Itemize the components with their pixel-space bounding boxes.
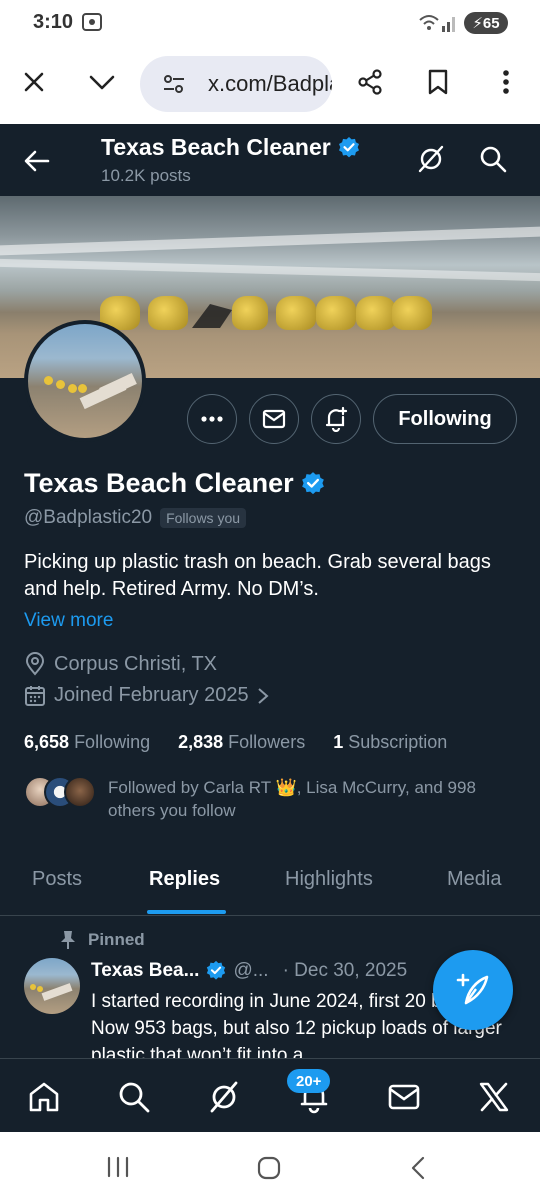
more-vert-icon[interactable]	[490, 66, 522, 98]
back-arrow-icon[interactable]	[22, 146, 52, 176]
followed-by-text[interactable]: Followed by Carla RT 👑, Lisa McCurry, an…	[108, 776, 518, 822]
envelope-icon	[262, 409, 286, 429]
feather-plus-icon	[456, 973, 489, 1005]
following-label: Following	[74, 732, 151, 752]
site-settings-icon[interactable]	[162, 74, 186, 94]
grok-icon	[210, 1081, 238, 1113]
compose-post-button[interactable]	[433, 950, 513, 1030]
following-stat[interactable]: 6,658 Following	[24, 732, 150, 753]
profile-handle: @Badplastic20	[24, 507, 153, 528]
profile-handle-row: @Badplastic20 Follows you	[24, 507, 247, 529]
profile-avatar[interactable]	[24, 320, 146, 442]
notifications-subscribe-button[interactable]	[311, 394, 361, 444]
more-options-button[interactable]	[187, 394, 237, 444]
tweet-header: Texas Bea... @... · Dec 30, 2025	[91, 960, 407, 982]
url-text: x.com/Badplastic20	[208, 71, 332, 96]
chevron-right-icon	[257, 687, 269, 704]
bookmark-icon[interactable]	[422, 66, 454, 98]
active-tab-indicator	[147, 910, 226, 914]
more-horizontal-icon	[201, 416, 223, 422]
nav-search[interactable]	[114, 1077, 154, 1117]
system-navigation-bar	[0, 1132, 540, 1200]
tweet-date[interactable]: · Dec 30, 2025	[283, 960, 408, 982]
nav-grok[interactable]	[204, 1077, 244, 1117]
subscription-stat[interactable]: 1 Subscription	[333, 732, 447, 753]
status-bar: 3:10 ⚡ 65	[0, 0, 540, 46]
battery-level: 65	[482, 14, 500, 32]
search-icon	[119, 1082, 150, 1113]
calendar-icon	[25, 685, 45, 706]
location-text: Corpus Christi, TX	[54, 652, 218, 675]
pin-icon	[61, 931, 75, 949]
tweet-author-avatar[interactable]	[24, 958, 80, 1014]
message-button[interactable]	[249, 394, 299, 444]
follows-you-badge: Follows you	[160, 508, 247, 528]
bottom-navigation: 20+	[0, 1058, 540, 1132]
tweet-author-name[interactable]: Texas Bea...	[91, 960, 199, 982]
status-time: 3:10	[33, 11, 74, 33]
tweet-author-handle: @...	[233, 960, 269, 981]
search-icon[interactable]	[478, 144, 508, 174]
header-post-count: 10.2K posts	[101, 166, 191, 185]
nav-messages[interactable]	[384, 1077, 424, 1117]
avatar	[64, 776, 96, 808]
location-pin-icon	[25, 652, 45, 676]
grok-icon[interactable]	[416, 144, 446, 174]
verified-badge-icon	[338, 136, 359, 157]
profile-tabs: Posts Replies Highlights Media	[0, 846, 540, 916]
verified-badge-icon	[301, 471, 324, 494]
wifi-signal-icon	[419, 15, 455, 32]
verified-badge-icon	[207, 960, 226, 980]
home-button-icon[interactable]	[256, 1155, 282, 1181]
back-button-icon[interactable]	[410, 1156, 426, 1180]
x-logo-icon	[479, 1082, 509, 1112]
profile-stats: 6,658 Following 2,838 Followers 1 Subscr…	[24, 732, 447, 753]
header-title: Texas Beach Cleaner	[101, 134, 361, 161]
profile-bio: Picking up plastic trash on beach. Grab …	[24, 551, 491, 600]
followed-by-avatars[interactable]	[24, 776, 96, 808]
close-tab-icon[interactable]	[18, 66, 50, 98]
followers-stat[interactable]: 2,838 Followers	[178, 732, 305, 753]
recent-apps-icon[interactable]	[106, 1156, 130, 1178]
header-name: Texas Beach Cleaner	[101, 134, 331, 160]
followers-count: 2,838	[178, 732, 224, 752]
joined-text: Joined February 2025	[54, 684, 249, 706]
notifications-badge: 20+	[287, 1069, 331, 1093]
home-icon	[29, 1082, 59, 1112]
nav-home[interactable]	[24, 1077, 64, 1117]
tab-replies[interactable]: Replies	[149, 868, 220, 891]
tab-media[interactable]: Media	[447, 868, 501, 891]
address-bar[interactable]: x.com/Badplastic20	[140, 56, 332, 112]
share-icon[interactable]	[354, 66, 386, 98]
battery-indicator: ⚡ 65	[464, 12, 508, 34]
profile-header: Texas Beach Cleaner 10.2K posts	[0, 124, 540, 196]
followers-label: Followers	[228, 732, 306, 752]
browser-toolbar: x.com/Badplastic20	[0, 46, 540, 124]
profile-display-name: Texas Beach Cleaner	[24, 468, 294, 498]
bell-plus-icon	[325, 406, 348, 432]
subscription-count: 1	[333, 732, 344, 752]
following-button[interactable]: Following	[373, 394, 517, 444]
screen-record-icon	[82, 13, 102, 31]
x-profile-app: Texas Beach Cleaner 10.2K posts Followin…	[0, 124, 540, 1132]
pinned-text: Pinned	[88, 930, 145, 949]
tab-posts[interactable]: Posts	[32, 868, 82, 891]
nav-x[interactable]	[474, 1077, 514, 1117]
pinned-label: Pinned	[60, 930, 145, 950]
subscription-label: Subscription	[348, 732, 448, 752]
profile-name: Texas Beach Cleaner	[24, 468, 326, 499]
chevron-down-icon[interactable]	[86, 66, 118, 98]
tab-highlights[interactable]: Highlights	[285, 868, 373, 891]
view-more-link[interactable]: View more	[24, 610, 113, 632]
following-count: 6,658	[24, 732, 70, 752]
envelope-icon	[388, 1084, 420, 1110]
profile-location: Corpus Christi, TX	[24, 652, 217, 676]
profile-joined[interactable]: Joined February 2025	[24, 684, 269, 707]
